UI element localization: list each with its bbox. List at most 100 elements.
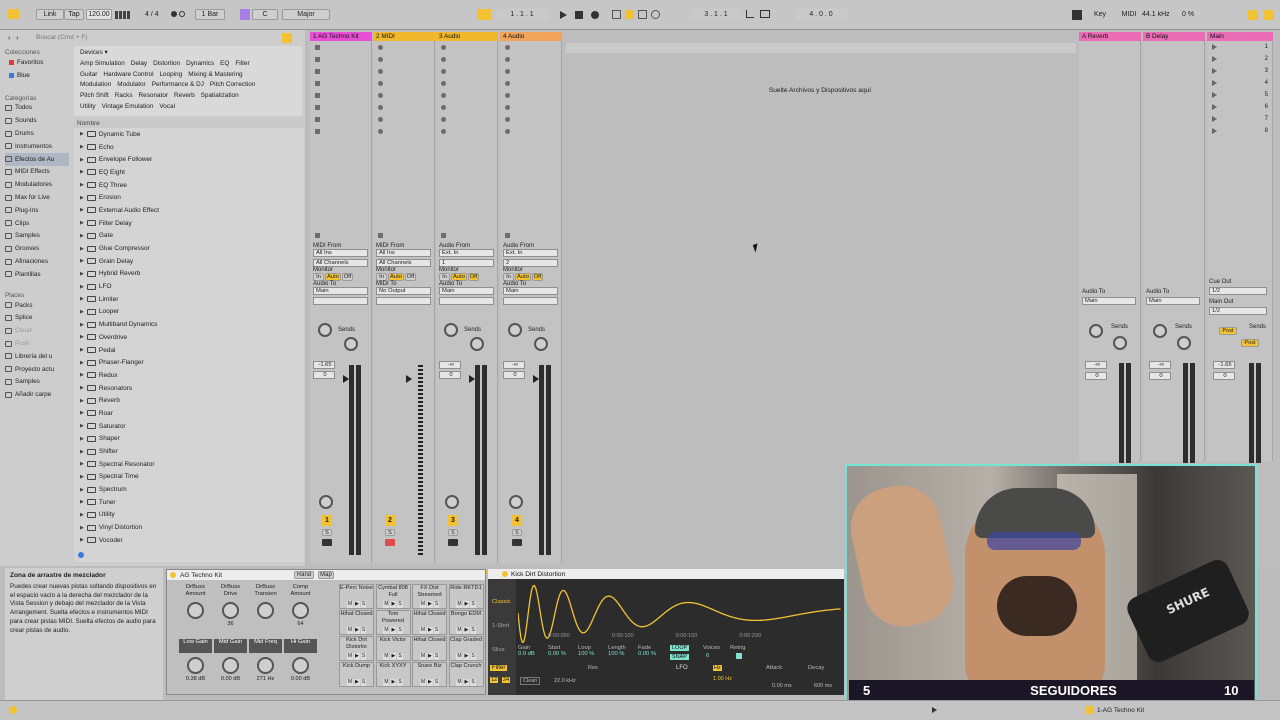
drum-pad[interactable]: Tom Powered M ▶ S — [375, 610, 411, 635]
expand-icon[interactable]: ▶ — [80, 207, 84, 213]
track-activator-button[interactable]: 2 — [385, 515, 395, 526]
device-item[interactable]: ▶ Shifter — [74, 445, 304, 458]
expand-icon[interactable]: ▶ — [80, 246, 84, 252]
pad-control-button[interactable]: S — [433, 601, 440, 608]
record-icon[interactable] — [591, 11, 599, 19]
expand-icon[interactable]: ▶ — [80, 474, 84, 480]
expand-icon[interactable]: ▶ — [80, 258, 84, 264]
drum-pad[interactable]: Hihat Closed M ▶ S — [412, 636, 447, 661]
pad-control-button[interactable]: S — [397, 601, 403, 608]
view-toggle-icon[interactable] — [1248, 10, 1258, 20]
draw-mode-icon[interactable] — [1072, 10, 1082, 20]
stop-clips-button[interactable] — [373, 229, 434, 241]
place-anadir-carpe[interactable]: Añadir carpe — [5, 388, 69, 401]
fader-handle-icon[interactable] — [406, 375, 412, 383]
device-item[interactable]: ▶ Looper — [74, 306, 304, 319]
expand-icon[interactable]: ▶ — [80, 220, 84, 226]
pad-control-button[interactable]: M — [456, 627, 463, 634]
device-on-icon[interactable] — [170, 572, 176, 578]
pad-control-button[interactable]: ▶ — [463, 601, 470, 608]
category-efectos-de-au[interactable]: Efectos de Au — [5, 152, 69, 166]
decay-value[interactable]: 600 ms — [814, 683, 832, 689]
track-activator-button[interactable]: 1 — [322, 515, 332, 526]
send-a-knob[interactable] — [508, 323, 522, 337]
device-item[interactable]: ▶ Dynamic Tube — [74, 128, 304, 141]
output-select[interactable]: Main — [1146, 297, 1200, 305]
solo-button[interactable]: S — [448, 529, 458, 536]
pad-control-button[interactable]: ▶ — [463, 679, 470, 686]
macro-low-gain[interactable]: Low Gain 0.38 dB — [179, 639, 212, 691]
output-channel-select[interactable] — [439, 297, 494, 305]
device-item[interactable]: ▶ External Audio Effect — [74, 204, 304, 217]
expand-icon[interactable]: ▶ — [80, 410, 84, 416]
expand-icon[interactable]: ▶ — [80, 309, 84, 315]
pad-control-button[interactable]: ▶ — [463, 627, 470, 634]
input-type-select[interactable]: Ext. In — [439, 249, 494, 257]
clip-slot[interactable] — [500, 113, 561, 125]
quantize-select[interactable]: 1 Bar — [195, 9, 225, 20]
midi-map-button[interactable]: MIDI — [1118, 9, 1140, 20]
expand-icon[interactable]: ▶ — [80, 195, 84, 201]
pad-control-button[interactable]: S — [433, 627, 440, 634]
pad-control-button[interactable]: S — [360, 679, 367, 686]
scale-mode-icon[interactable] — [240, 9, 250, 20]
expand-icon[interactable]: ▶ — [80, 182, 84, 188]
arm-button-icon[interactable] — [512, 539, 522, 546]
main-out-select[interactable]: 1/2 — [1209, 307, 1267, 315]
filter-slope-12[interactable]: 12 — [490, 677, 499, 683]
device-item[interactable]: ▶ Hybrid Reverb — [74, 268, 304, 281]
pad-control-button[interactable]: S — [360, 627, 367, 634]
track-activator-button[interactable]: 4 — [512, 515, 522, 526]
pan-field[interactable]: 0 — [503, 371, 525, 379]
expand-icon[interactable]: ▶ — [80, 334, 84, 340]
macro-knob[interactable] — [222, 657, 239, 674]
fader-handle-icon[interactable] — [343, 375, 349, 383]
expand-icon[interactable]: ▶ — [80, 537, 84, 543]
track-header[interactable]: 4 Audio — [500, 32, 562, 41]
pad-control-button[interactable]: S — [470, 627, 476, 634]
device-item[interactable]: ▶ Tuner — [74, 496, 304, 509]
pad-control-button[interactable]: M — [456, 679, 463, 686]
send-knob[interactable] — [1153, 324, 1167, 338]
tag-eq[interactable]: EQ — [218, 60, 231, 67]
scale-select[interactable]: Major — [282, 9, 330, 20]
pad-control-button[interactable]: ▶ — [426, 627, 433, 634]
clip-slot[interactable] — [310, 113, 371, 125]
track-activator-button[interactable]: 3 — [448, 515, 458, 526]
clip-slot[interactable] — [373, 125, 434, 137]
scene-launch[interactable]: 4 — [1207, 77, 1272, 89]
category-sounds[interactable]: Sounds — [5, 114, 69, 127]
pad-control-button[interactable]: ▶ — [390, 627, 397, 634]
category-plug-ins[interactable]: Plug-Ins — [5, 204, 69, 217]
param-fade[interactable]: Fade 0.00 % — [638, 645, 668, 657]
place-splice[interactable]: Splice — [5, 312, 69, 325]
filter-slope-24[interactable]: 24 — [502, 677, 511, 683]
pad-control-button[interactable]: M — [346, 653, 353, 660]
expand-icon[interactable]: ▶ — [80, 436, 84, 442]
pad-control-button[interactable]: ▶ — [426, 679, 433, 686]
pad-control-button[interactable]: ▶ — [390, 653, 397, 660]
monitor-auto-button[interactable]: Auto — [451, 273, 467, 281]
clip-slot[interactable] — [436, 41, 497, 53]
name-column-header[interactable]: Nombre — [74, 118, 304, 128]
clip-slot[interactable] — [436, 89, 497, 101]
pad-control-button[interactable]: M — [383, 601, 390, 608]
clip-slot[interactable] — [500, 89, 561, 101]
input-channel-select[interactable]: 1 — [439, 259, 494, 267]
preview-icon[interactable] — [78, 552, 84, 558]
tag-spatialization[interactable]: Spatialization — [199, 92, 241, 99]
output-select[interactable]: Main — [313, 287, 368, 295]
input-channel-select[interactable]: All Channels — [313, 259, 368, 267]
pad-control-button[interactable]: ▶ — [353, 601, 360, 608]
send-knob[interactable] — [1089, 324, 1103, 338]
macro-knob[interactable] — [292, 602, 309, 619]
param-loop[interactable]: Loop 100 % — [578, 645, 608, 657]
tag-vocal[interactable]: Vocal — [157, 103, 177, 110]
pad-control-button[interactable]: S — [360, 601, 367, 608]
volume-field[interactable]: -∞ — [1085, 361, 1107, 369]
device-on-icon[interactable] — [502, 571, 508, 577]
classic-mode-button[interactable]: Classic — [488, 579, 516, 605]
pad-control-button[interactable]: ▶ — [353, 627, 360, 634]
return-track-header[interactable]: B Delay — [1143, 32, 1205, 41]
device-item[interactable]: ▶ LFO — [74, 280, 304, 293]
